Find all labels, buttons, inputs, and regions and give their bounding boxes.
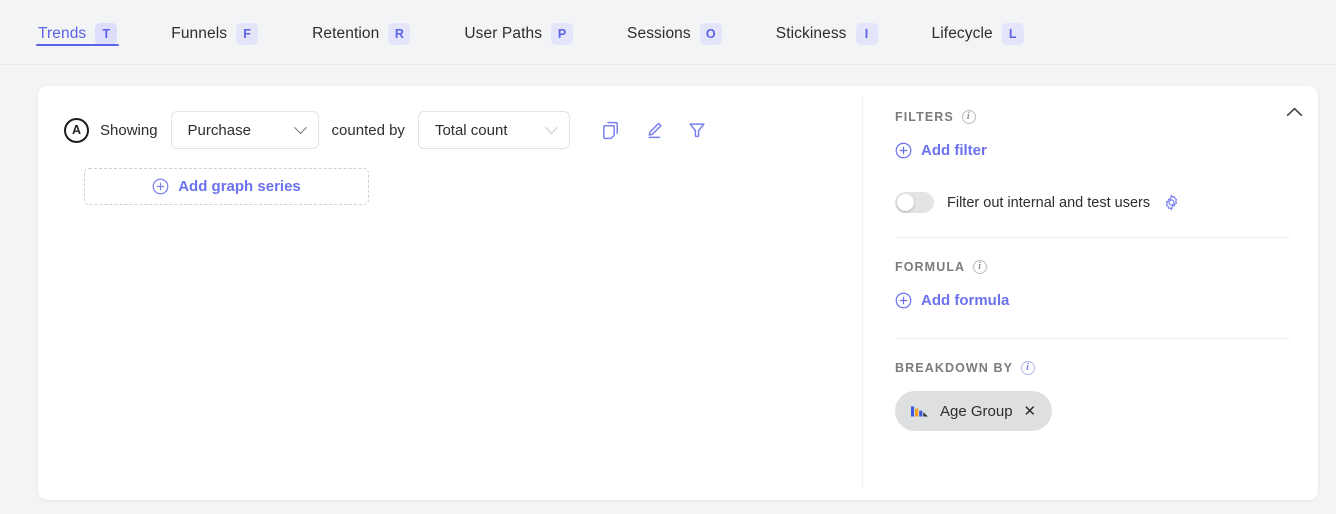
tab-sessions[interactable]: Sessions O	[621, 0, 728, 46]
series-actions	[601, 120, 708, 141]
filters-panel: FILTERS i Add filter Filter out internal…	[863, 86, 1318, 500]
formula-title: FORMULA	[895, 260, 965, 274]
insight-config-card: A Showing Purchase counted by Total coun…	[38, 86, 1318, 500]
filters-title: FILTERS	[895, 110, 954, 124]
plus-circle-icon	[895, 292, 912, 309]
info-icon[interactable]: i	[1021, 361, 1035, 375]
breakdown-pill-remove-icon[interactable]: ✕	[1024, 404, 1037, 419]
tab-label: Funnels	[171, 4, 227, 42]
chevron-down-icon	[294, 121, 307, 134]
insight-type-tabs: Trends T Funnels F Retention R User Path…	[0, 0, 1336, 65]
filter-internal-users-label: Filter out internal and test users	[947, 195, 1150, 211]
tab-stickiness[interactable]: Stickiness I	[770, 0, 884, 46]
event-select[interactable]: Purchase	[171, 111, 319, 149]
tab-label: User Paths	[464, 4, 542, 42]
duplicate-icon[interactable]	[601, 120, 622, 141]
trends-insight-editor: Trends T Funnels F Retention R User Path…	[0, 0, 1336, 514]
add-filter-label: Add filter	[921, 142, 987, 159]
plus-circle-icon	[895, 142, 912, 159]
gear-icon[interactable]	[1163, 194, 1180, 211]
filter-internal-users-toggle[interactable]	[895, 192, 934, 213]
info-icon[interactable]: i	[973, 260, 987, 274]
counted-by-label: counted by	[332, 122, 405, 139]
series-row: A Showing Purchase counted by Total coun…	[64, 112, 862, 148]
internal-users-filter-row: Filter out internal and test users	[895, 192, 1290, 213]
tab-shortcut-key: P	[551, 23, 573, 45]
tab-funnels[interactable]: Funnels F	[165, 0, 264, 46]
add-formula-label: Add formula	[921, 292, 1009, 309]
tab-shortcut-key: T	[95, 23, 117, 45]
tab-shortcut-key: L	[1002, 23, 1024, 45]
tab-label: Lifecycle	[932, 4, 993, 42]
plus-circle-icon	[152, 178, 169, 195]
tab-shortcut-key: F	[236, 23, 258, 45]
add-graph-series-label: Add graph series	[178, 178, 301, 195]
toggle-knob	[897, 194, 914, 211]
breakdown-pill-label: Age Group	[940, 403, 1013, 420]
breakdown-bars-icon	[910, 404, 929, 419]
tab-shortcut-key: R	[388, 23, 410, 45]
aggregation-select-value: Total count	[435, 122, 508, 139]
filters-section-header: FILTERS i	[895, 110, 1290, 124]
series-panel: A Showing Purchase counted by Total coun…	[38, 86, 862, 500]
section-divider	[895, 338, 1290, 339]
tab-retention[interactable]: Retention R	[306, 0, 416, 46]
aggregation-select[interactable]: Total count	[418, 111, 570, 149]
info-icon[interactable]: i	[962, 110, 976, 124]
tab-user-paths[interactable]: User Paths P	[458, 0, 579, 46]
edit-pencil-icon[interactable]	[644, 120, 665, 141]
breakdown-pill[interactable]: Age Group ✕	[895, 391, 1052, 431]
add-filter-button[interactable]: Add filter	[895, 142, 987, 159]
add-formula-button[interactable]: Add formula	[895, 292, 1009, 309]
tab-lifecycle[interactable]: Lifecycle L	[926, 0, 1030, 46]
tab-trends[interactable]: Trends T	[32, 0, 123, 46]
section-divider	[895, 237, 1290, 238]
tab-label: Stickiness	[776, 4, 847, 42]
breakdown-title: BREAKDOWN BY	[895, 361, 1013, 375]
formula-section-header: FORMULA i	[895, 260, 1290, 274]
tab-shortcut-key: I	[856, 23, 878, 45]
breakdown-section-header: BREAKDOWN BY i	[895, 361, 1290, 375]
showing-label: Showing	[100, 122, 158, 139]
tab-shortcut-key: O	[700, 23, 722, 45]
event-select-value: Purchase	[188, 122, 251, 139]
tab-label: Sessions	[627, 4, 691, 42]
add-graph-series-button[interactable]: Add graph series	[84, 168, 369, 205]
filter-funnel-icon[interactable]	[687, 120, 708, 141]
chevron-down-icon	[545, 121, 558, 134]
tab-label: Trends	[38, 4, 86, 42]
series-letter-badge: A	[64, 118, 89, 143]
collapse-panel-chevron-up-icon[interactable]	[1284, 102, 1304, 122]
tab-label: Retention	[312, 4, 379, 42]
